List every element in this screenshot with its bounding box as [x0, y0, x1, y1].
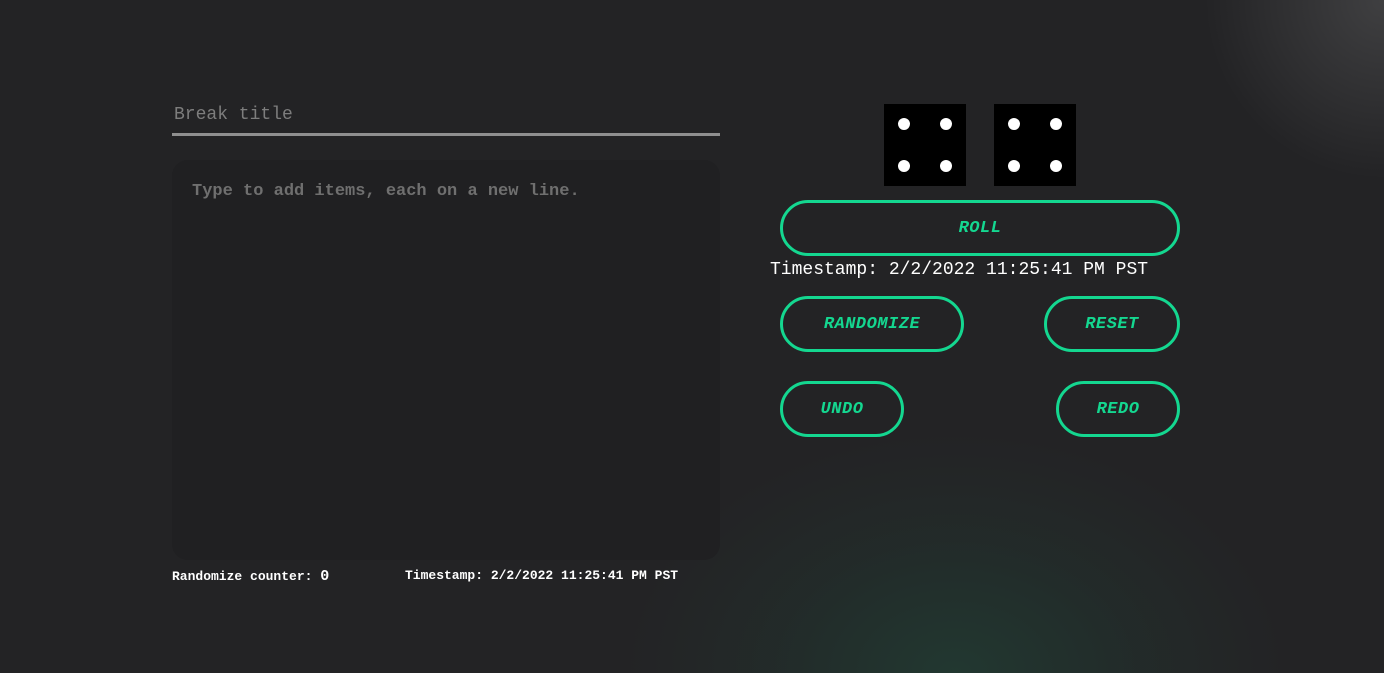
- die-pip: [1050, 118, 1062, 130]
- die-pip: [898, 118, 910, 130]
- editor-timestamp-label: Timestamp:: [405, 568, 491, 583]
- die-pip: [940, 118, 952, 130]
- randomize-counter-label: Randomize counter:: [172, 569, 321, 584]
- undo-button[interactable]: UNDO: [780, 381, 904, 437]
- die-pip: [940, 160, 952, 172]
- randomize-counter: Randomize counter: 0: [172, 568, 329, 585]
- die-one: [884, 104, 966, 186]
- items-textarea[interactable]: [172, 160, 720, 560]
- app-root: Randomize counter: 0 Timestamp: 2/2/2022…: [0, 0, 1384, 673]
- editor-timestamp-value: 2/2/2022 11:25:41 PM PST: [490, 568, 679, 583]
- break-title-input[interactable]: [172, 96, 720, 136]
- die-pip: [1050, 160, 1062, 172]
- die-pip: [1008, 160, 1020, 172]
- die-two: [994, 104, 1076, 186]
- roll-timestamp: Timestamp: 2/2/2022 11:25:41 PM PST: [770, 260, 1149, 280]
- randomize-counter-value: 0: [320, 568, 330, 585]
- die-pip: [1008, 118, 1020, 130]
- roll-button[interactable]: ROLL: [780, 200, 1180, 256]
- die-pip: [898, 160, 910, 172]
- randomize-button[interactable]: RANDOMIZE: [780, 296, 964, 352]
- redo-button[interactable]: REDO: [1056, 381, 1180, 437]
- reset-button[interactable]: RESET: [1044, 296, 1180, 352]
- editor-timestamp: Timestamp: 2/2/2022 11:25:41 PM PST: [405, 568, 678, 583]
